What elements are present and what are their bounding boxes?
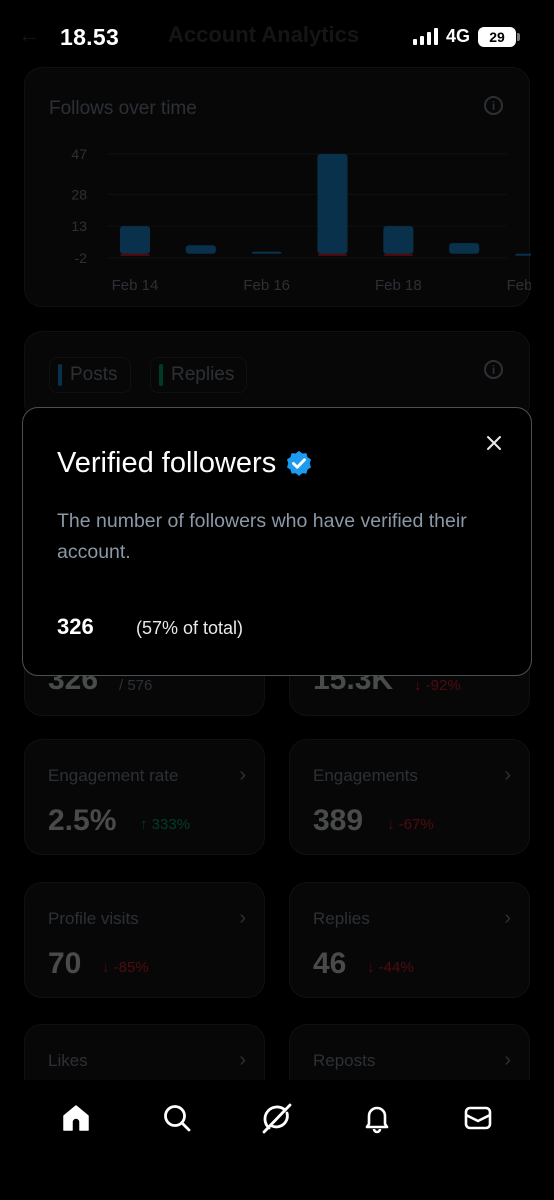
- status-time: 18.53: [60, 24, 120, 50]
- metric-label: Replies: [313, 909, 370, 928]
- metric-card-replies[interactable]: Replies › 46 ↓ -44%: [289, 882, 530, 998]
- metric-card-engagement-rate[interactable]: Engagement rate › 2.5% ↑ 333%: [24, 739, 265, 855]
- x-tick-label: Feb 14: [112, 277, 159, 294]
- verified-badge-icon: [287, 450, 312, 476]
- dialog-percent: (57% of total): [136, 618, 244, 638]
- dialog-description: The number of followers who have verifie…: [57, 510, 467, 563]
- metric-change: ↓ -67%: [387, 816, 434, 833]
- chevron-right-icon: ›: [504, 764, 511, 786]
- follows-chart-card: Follows over time i 47 28 13 -2 Feb 14 Feb 16…: [24, 67, 531, 307]
- chevron-right-icon: ›: [504, 1049, 511, 1071]
- legend-posts-label: Posts: [70, 364, 118, 385]
- replies-color-swatch: [159, 364, 163, 386]
- legend-posts[interactable]: Posts: [49, 357, 131, 393]
- bottom-nav: [0, 1080, 554, 1155]
- notifications-icon[interactable]: [352, 1093, 402, 1143]
- bar-follows: [383, 226, 414, 254]
- dialog-title: Verified followers: [57, 447, 314, 480]
- metric-value: 2.5%: [48, 804, 117, 837]
- bar-unfollows: [383, 253, 414, 256]
- signal-icon: [412, 28, 438, 45]
- metric-label: Profile visits: [48, 909, 139, 928]
- metric-label: Likes: [48, 1051, 88, 1070]
- y-tick-label: 28: [71, 186, 87, 202]
- legend-replies-label: Replies: [171, 364, 235, 385]
- metric-extra: / 576: [119, 677, 153, 694]
- home-icon[interactable]: [51, 1093, 101, 1143]
- y-tick-label: 13: [71, 218, 87, 234]
- bar-follows: [449, 243, 480, 254]
- status-indicators: 4G 29: [412, 26, 520, 47]
- close-icon[interactable]: [479, 428, 509, 458]
- bar-follows: [317, 154, 348, 254]
- chevron-right-icon: ›: [239, 1049, 246, 1071]
- info-icon[interactable]: i: [484, 360, 503, 379]
- legend-replies[interactable]: Replies: [150, 357, 248, 393]
- verified-followers-dialog: Verified followers The number of followe…: [22, 407, 532, 676]
- metric-label: Engagements: [313, 766, 418, 785]
- metric-card-engagements[interactable]: Engagements › 389 ↓ -67%: [289, 739, 530, 855]
- metric-value: 389: [313, 804, 364, 837]
- metric-label: Reposts: [313, 1051, 376, 1070]
- chevron-right-icon: ›: [239, 764, 246, 786]
- chevron-right-icon: ›: [239, 907, 246, 929]
- battery-icon: 29: [478, 26, 520, 47]
- messages-icon[interactable]: [453, 1093, 503, 1143]
- metric-label: Engagement rate: [48, 766, 179, 785]
- y-tick-label: 47: [71, 146, 87, 162]
- bar-follows: [120, 226, 150, 254]
- follows-chart: 47 28 13 -2 Feb 14 Feb 16 Feb 18 Feb 20: [71, 146, 531, 294]
- bar-follows: [185, 245, 216, 254]
- bar-unfollows: [317, 253, 348, 256]
- x-tick-label: Feb 16: [243, 277, 290, 294]
- search-icon[interactable]: [152, 1093, 202, 1143]
- bar-unfollows: [120, 253, 150, 256]
- metric-change: ↓ -85%: [102, 959, 149, 976]
- bar-follows: [251, 251, 282, 254]
- x-tick-label: Feb 18: [375, 277, 422, 294]
- chevron-right-icon: ›: [504, 907, 511, 929]
- metric-change: ↑ 333%: [140, 816, 191, 833]
- page-title: Account Analytics: [168, 22, 360, 47]
- x-tick-label: Feb 20: [507, 277, 531, 294]
- metric-value: 70: [48, 947, 82, 980]
- metric-change: ↓ -92%: [414, 677, 461, 694]
- dialog-value: 326: [57, 614, 94, 639]
- metric-change: ↓ -44%: [367, 959, 414, 976]
- network-type: 4G: [445, 26, 470, 46]
- grok-icon[interactable]: [252, 1093, 302, 1143]
- metric-value: 46: [313, 947, 347, 980]
- status-bar: ← Account Analytics 18.53 4G 29: [0, 0, 554, 70]
- posts-color-swatch: [58, 364, 62, 386]
- dialog-title-text: Verified followers: [57, 447, 277, 479]
- y-tick-label: -2: [75, 250, 88, 266]
- back-arrow-icon[interactable]: ←: [18, 22, 40, 48]
- bar-follows: [515, 253, 531, 256]
- metric-card-profile-visits[interactable]: Profile visits › 70 ↓ -85%: [24, 882, 265, 998]
